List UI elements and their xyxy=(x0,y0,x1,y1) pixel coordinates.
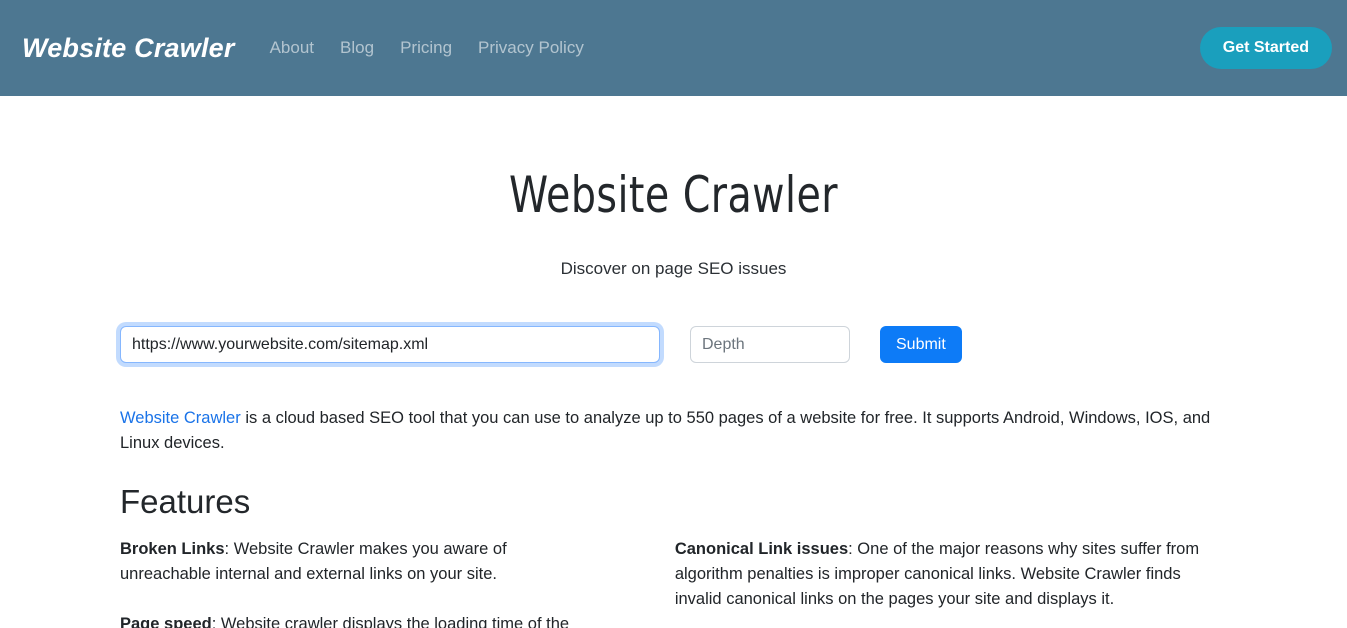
nav-item-about: About xyxy=(257,32,327,64)
content-area: Website Crawler is a cloud based SEO too… xyxy=(0,406,1347,628)
feature-label: Canonical Link issues xyxy=(674,539,849,558)
nav-link-blog[interactable]: Blog xyxy=(327,32,387,64)
intro-link-website-crawler[interactable]: Website Crawler xyxy=(120,409,241,427)
feature-item: Broken Links: Website Crawler makes you … xyxy=(120,537,590,587)
depth-input[interactable] xyxy=(690,326,850,363)
feature-item: Page speed: Website crawler displays the… xyxy=(120,612,590,628)
brand-logo[interactable]: Website Crawler xyxy=(22,33,235,64)
nav-item-pricing: Pricing xyxy=(387,32,465,64)
nav-link-about[interactable]: About xyxy=(257,32,327,64)
nav-item-privacy-policy: Privacy Policy xyxy=(465,32,597,64)
page-title: Website Crawler xyxy=(509,166,838,224)
page-subtitle: Discover on page SEO issues xyxy=(560,259,787,278)
feature-label: Broken Links xyxy=(120,539,225,558)
features-column-left: Broken Links: Website Crawler makes you … xyxy=(120,537,675,628)
feature-item: Canonical Link issues: One of the major … xyxy=(675,537,1227,612)
nav-link-pricing[interactable]: Pricing xyxy=(387,32,465,64)
intro-text: is a cloud based SEO tool that you can u… xyxy=(120,409,1211,452)
top-navbar: Website Crawler About Blog Pricing Priva… xyxy=(0,0,1347,96)
submit-button[interactable]: Submit xyxy=(880,326,962,363)
url-input[interactable] xyxy=(120,326,660,363)
url-field-wrapper xyxy=(120,326,660,363)
features-column-right: Canonical Link issues: One of the major … xyxy=(675,537,1227,628)
features-grid: Broken Links: Website Crawler makes you … xyxy=(120,537,1227,628)
features-heading: Features xyxy=(120,483,251,520)
nav-item-blog: Blog xyxy=(327,32,387,64)
main-content: Website Crawler Discover on page SEO iss… xyxy=(0,168,1347,628)
nav-link-privacy-policy[interactable]: Privacy Policy xyxy=(465,32,597,64)
feature-label: Page speed xyxy=(120,614,212,628)
get-started-button[interactable]: Get Started xyxy=(1199,27,1332,69)
intro-paragraph: Website Crawler is a cloud based SEO too… xyxy=(120,406,1227,456)
crawl-form: Submit xyxy=(0,326,1347,363)
nav-links: About Blog Pricing Privacy Policy xyxy=(257,32,597,64)
